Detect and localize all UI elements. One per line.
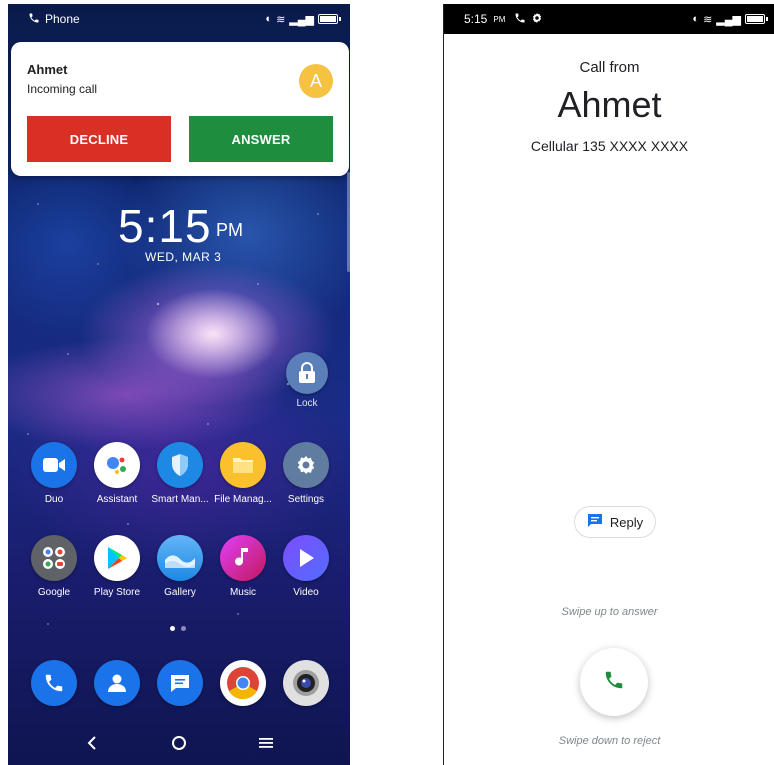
gallery-icon xyxy=(157,535,203,581)
phone-icon xyxy=(603,669,625,696)
caller-number: Cellular 135 XXXX XXXX xyxy=(530,138,689,154)
back-icon xyxy=(87,736,96,750)
dock-chrome[interactable] xyxy=(211,660,275,706)
app-duo[interactable]: Duo xyxy=(22,442,86,505)
avatar: A xyxy=(299,64,333,98)
video-icon xyxy=(283,535,329,581)
home-screen: Phone ◐ ≋ ▂▄▆ Ahmet Incoming call A DECL… xyxy=(8,4,350,765)
signal-icon: ▂▄▆ xyxy=(716,13,741,26)
lock-label: Lock xyxy=(296,398,318,409)
status-bar: 5:15 PM ◐ ≋ ▂▄▆ xyxy=(444,4,774,34)
battery-icon xyxy=(318,14,341,24)
messages-icon xyxy=(157,660,203,706)
notification-text: Incoming call xyxy=(27,82,98,96)
caller-name: Ahmet xyxy=(557,84,662,125)
clock-ampm: PM xyxy=(216,220,243,240)
app-file-manager[interactable]: File Manag... xyxy=(211,442,275,505)
app-label: Assistant xyxy=(96,494,138,505)
battery-icon xyxy=(745,14,768,24)
dock-contacts[interactable] xyxy=(85,660,149,706)
app-label: Gallery xyxy=(164,587,196,598)
app-label: Play Store xyxy=(93,587,141,598)
wifi-icon: ≋ xyxy=(703,13,713,26)
contacts-icon xyxy=(94,660,140,706)
signal-icon: ▂▄▆ xyxy=(289,13,314,26)
call-from-label: Call from xyxy=(579,59,640,76)
page-dot-active xyxy=(170,626,175,631)
dock-messages[interactable] xyxy=(148,660,212,706)
app-label: Video xyxy=(293,587,319,598)
decline-button[interactable]: DECLINE xyxy=(27,116,171,162)
app-settings[interactable]: Settings xyxy=(274,442,338,505)
incoming-call-notification[interactable]: Ahmet Incoming call A DECLINE ANSWER xyxy=(11,42,349,176)
home-button[interactable] xyxy=(164,728,194,758)
phone-status-icon xyxy=(28,12,40,27)
answer-call-handle[interactable] xyxy=(580,648,648,716)
wifi-icon: ≋ xyxy=(276,13,286,26)
lock-icon xyxy=(286,352,328,394)
chrome-icon xyxy=(220,660,266,706)
answer-button[interactable]: ANSWER xyxy=(189,116,333,162)
dock-camera[interactable] xyxy=(274,660,338,706)
scroll-indicator xyxy=(347,172,350,272)
status-time: 5:15 xyxy=(464,12,488,26)
app-label: Google xyxy=(37,587,71,598)
gear-icon xyxy=(531,12,543,27)
app-label: Music xyxy=(229,587,257,598)
recents-button[interactable] xyxy=(251,728,281,758)
app-label: Settings xyxy=(287,494,325,505)
menu-icon xyxy=(259,738,274,748)
phone-icon xyxy=(31,660,77,706)
app-play-store[interactable]: Play Store xyxy=(85,535,149,598)
notification-caller-name: Ahmet xyxy=(27,62,68,77)
app-gallery[interactable]: Gallery xyxy=(148,535,212,598)
home-icon xyxy=(171,736,186,750)
smart-manager-icon xyxy=(157,442,203,488)
message-icon xyxy=(587,513,603,531)
status-bar: Phone ◐ ≋ ▂▄▆ xyxy=(8,4,350,34)
clock-time[interactable]: 5:15 xyxy=(118,199,212,253)
file-manager-icon xyxy=(220,442,266,488)
app-assistant[interactable]: Assistant xyxy=(85,442,149,505)
back-button[interactable] xyxy=(77,728,107,758)
app-label: Smart Man... xyxy=(151,494,209,505)
app-smart-manager[interactable]: Smart Man... xyxy=(148,442,212,505)
app-label: File Manag... xyxy=(214,494,272,505)
page-dot xyxy=(181,626,186,631)
camera-icon xyxy=(283,660,329,706)
page-indicator xyxy=(170,626,186,631)
swipe-up-hint: Swipe up to answer xyxy=(561,606,658,618)
settings-icon xyxy=(283,442,329,488)
status-app-label: Phone xyxy=(45,12,80,26)
app-video[interactable]: Video xyxy=(274,535,338,598)
reply-label: Reply xyxy=(609,514,644,530)
reply-button[interactable]: Reply xyxy=(574,506,656,538)
app-label: Duo xyxy=(44,494,64,505)
dnd-icon: ◐ xyxy=(692,13,700,25)
dock-phone[interactable] xyxy=(22,660,86,706)
app-google-folder[interactable]: Google xyxy=(22,535,86,598)
incoming-call-screen: 5:15 PM ◐ ≋ ▂▄▆ Call from Ahmet Cellular … xyxy=(443,4,774,765)
dnd-icon: ◐ xyxy=(265,13,273,25)
phone-status-icon xyxy=(514,12,526,27)
duo-icon xyxy=(31,442,77,488)
play-store-icon xyxy=(94,535,140,581)
assistant-icon xyxy=(94,442,140,488)
lock-widget[interactable]: Lock xyxy=(284,352,330,409)
app-music[interactable]: Music xyxy=(211,535,275,598)
clock-date[interactable]: WED, MAR 3 xyxy=(145,250,221,264)
navigation-bar xyxy=(8,721,350,765)
swipe-down-hint: Swipe down to reject xyxy=(558,735,661,747)
status-ampm: PM xyxy=(493,14,506,24)
google-folder-icon xyxy=(31,535,77,581)
music-icon xyxy=(220,535,266,581)
